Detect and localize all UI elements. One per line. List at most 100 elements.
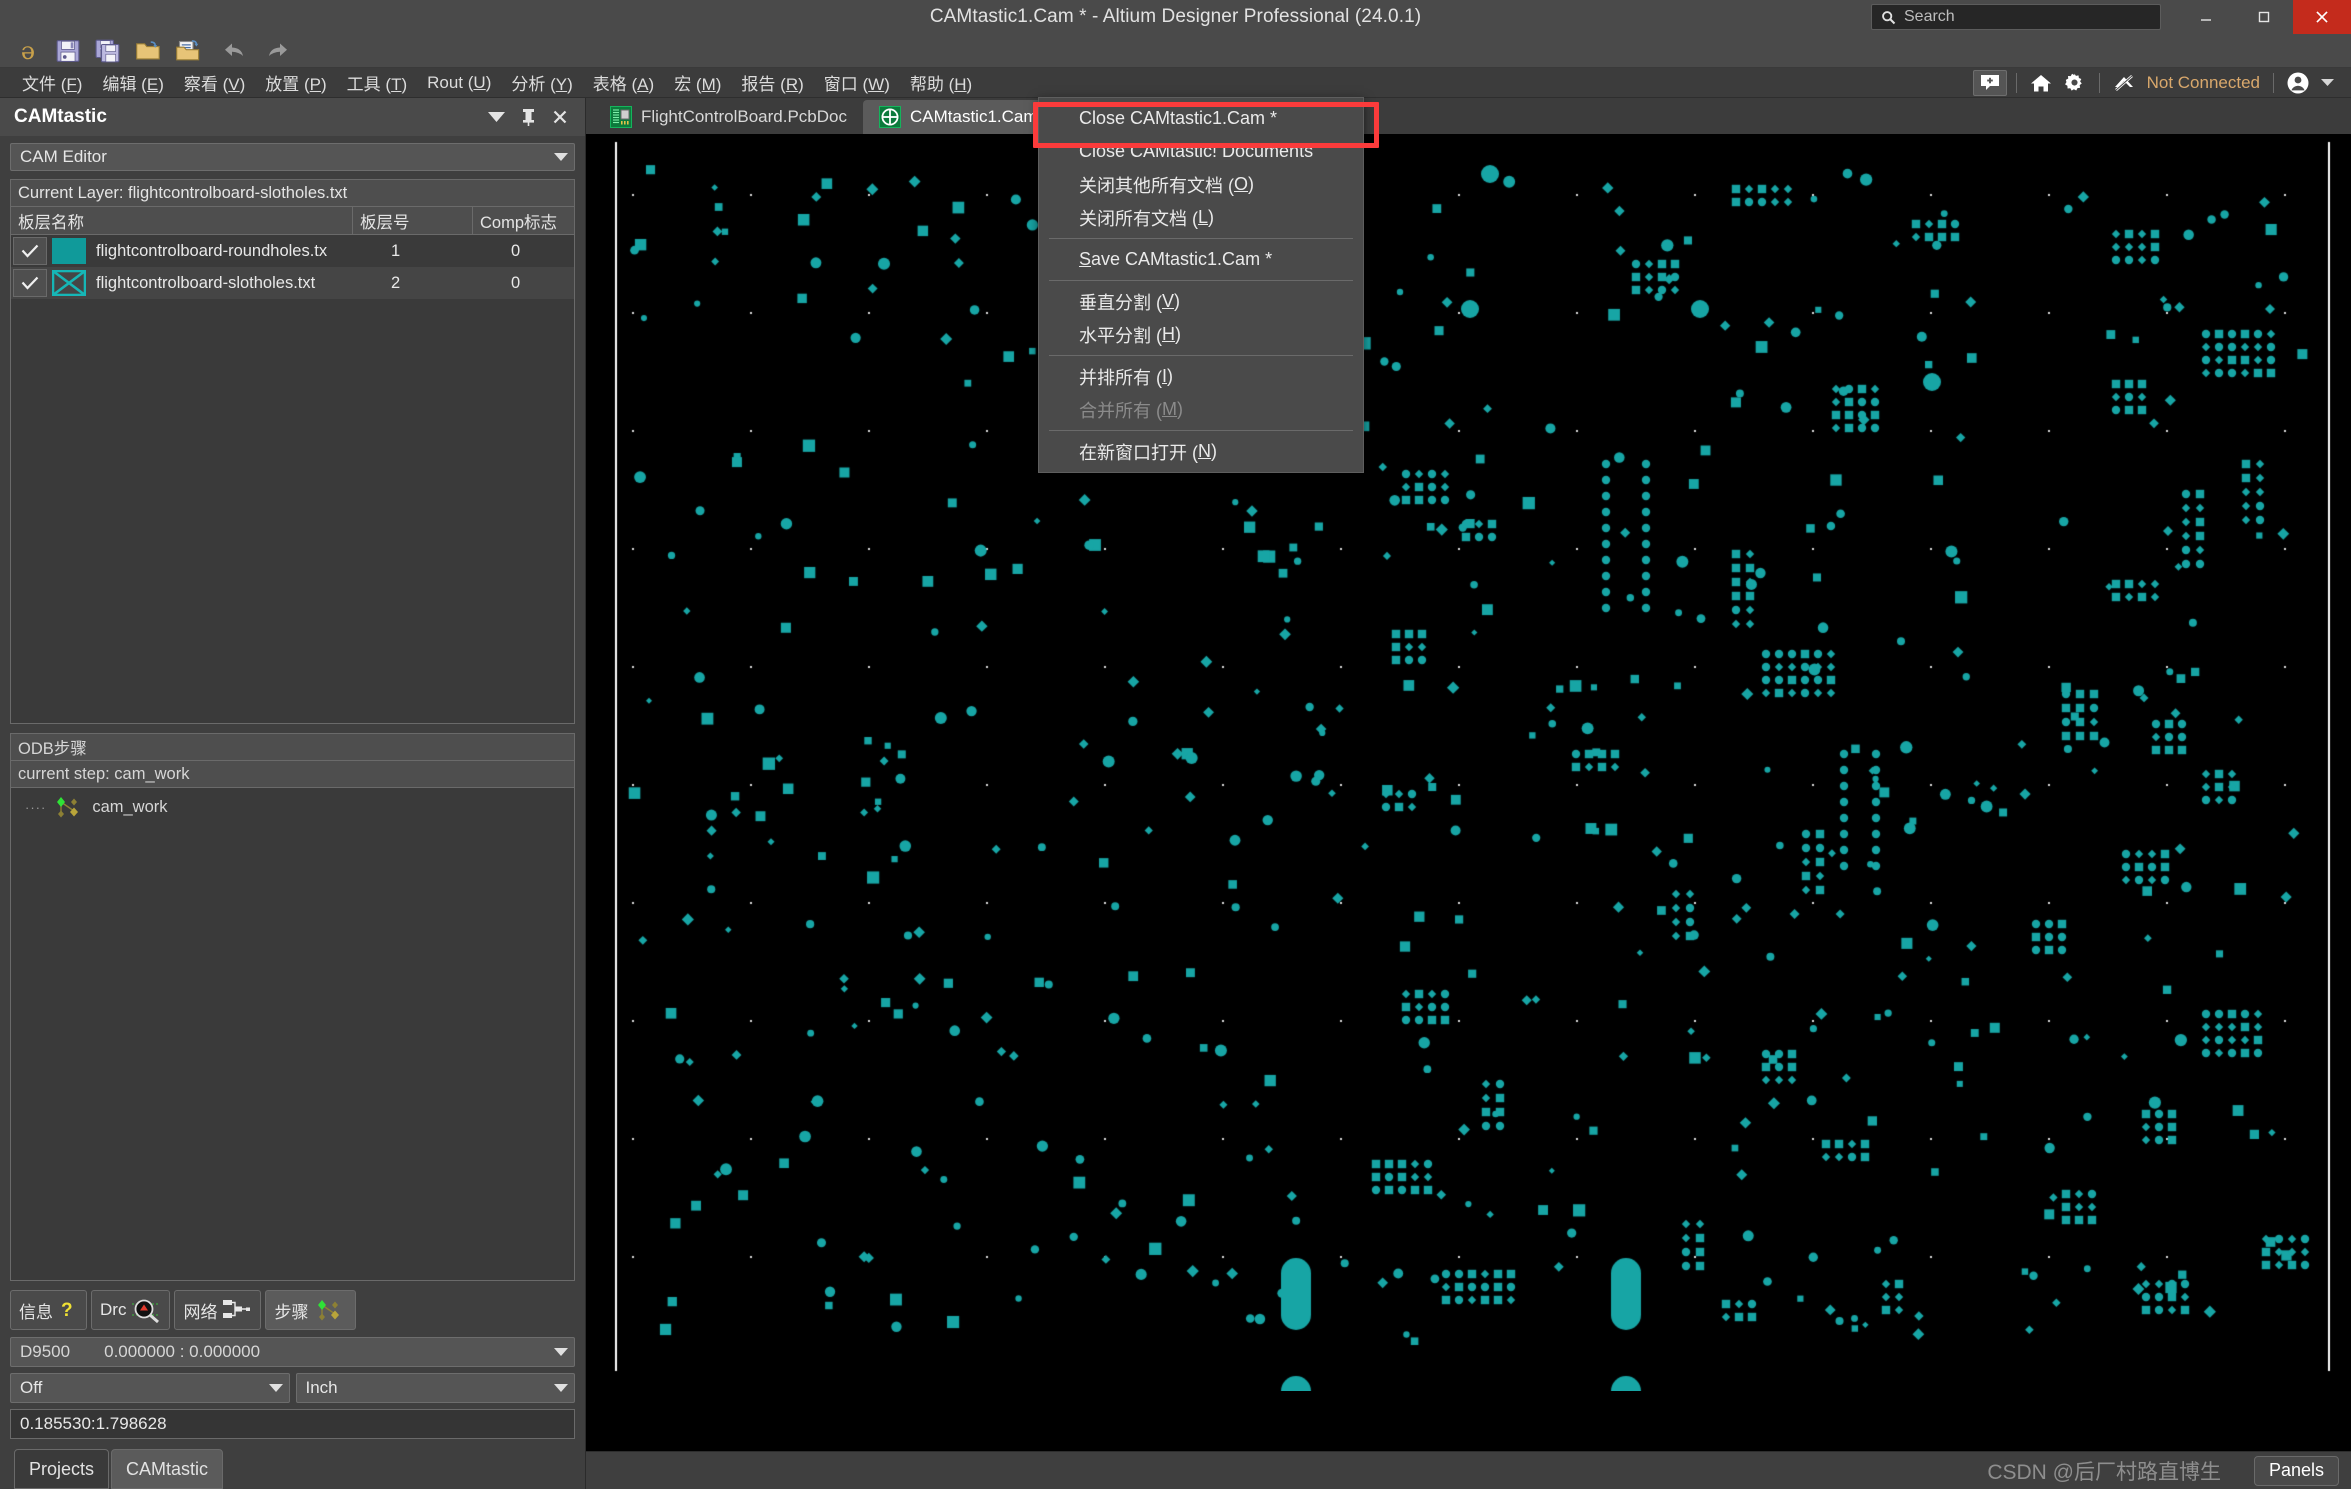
layer-visibility-checkbox[interactable] [13,237,47,265]
layer-comp-flag: 0 [511,273,521,292]
menu-help[interactable]: 帮助 (H) [900,67,982,98]
menu-edit[interactable]: 编辑 (E) [92,67,173,98]
menu-separator [1049,280,1353,281]
menu-separator [1049,238,1353,239]
menu-place[interactable]: 放置 (P) [255,67,336,98]
home-icon [2030,74,2051,91]
home-button[interactable] [2026,70,2056,96]
tab-info-label: 信息 [19,1302,53,1322]
tab-network-label: 网络 [183,1302,218,1322]
menu-split-vertical[interactable]: 垂直分割 (V) [1039,285,1363,318]
odb-tree-item-label[interactable]: cam_work [92,798,167,817]
tab-camtastic1-cam[interactable]: CAMtastic1.Cam * [862,100,1065,134]
minimize-button[interactable] [2177,0,2235,34]
account-dropdown-button[interactable] [2317,70,2337,96]
panels-button[interactable]: Panels [2253,1455,2339,1486]
menu-merge-all: 合并所有 (M) [1079,399,1183,421]
panel-title: CAMtastic [14,106,107,127]
tab-network[interactable]: 网络 [174,1290,262,1330]
close-window-button[interactable] [2293,0,2351,34]
menu-file[interactable]: 文件 (F) [12,67,92,98]
menu-window[interactable]: 窗口 (W) [814,67,900,98]
menu-separator [1049,430,1353,431]
layer-color-swatch[interactable] [51,269,87,297]
layer-color-swatch[interactable] [52,238,86,264]
menu-macro[interactable]: 宏 (M) [664,67,731,98]
tab-drc[interactable]: Drc [91,1290,171,1330]
doc-tab-label: FlightControlBoard.PcbDoc [641,107,847,126]
pcb-drill-view[interactable] [586,134,2351,1391]
menu-close-camtastic-documents[interactable]: Close CAMtastic! Documents [1039,135,1363,168]
header-comp-flag[interactable]: Comp标志 [473,207,574,234]
search-input[interactable]: Search [1871,4,2161,30]
menu-split-horizontal[interactable]: 水平分割 (H) [1039,318,1363,351]
title-bar: CAMtastic1.Cam * - Altium Designer Profe… [0,0,2351,34]
menu-save-document[interactable]: Save CAMtastic1.Cam * [1039,243,1363,276]
menu-close-document[interactable]: Close CAMtastic1.Cam * [1039,102,1363,135]
snap-unit-row: Off Inch [10,1373,575,1403]
undo-icon [225,43,243,56]
tab-info[interactable]: 信息 ? [10,1290,87,1330]
camtastic-panel: CAMtastic CAM Editor Current Layer: flig… [0,98,586,1489]
panel-pin-button[interactable] [519,108,537,126]
odb-current-step: current step: cam_work [11,761,574,788]
chevron-down-icon [2320,79,2334,86]
pin-icon [522,109,534,126]
menu-tools[interactable]: 工具 (T) [337,67,417,98]
cam-canvas[interactable] [586,134,2351,1451]
snap-select[interactable]: Off [10,1373,290,1403]
net-icon [223,1300,251,1318]
header-layer-name[interactable]: 板层名称 [11,207,353,234]
redo-button[interactable] [258,36,294,66]
save-all-button[interactable] [90,36,126,66]
panel-header: CAMtastic [0,98,585,136]
account-button[interactable] [2283,70,2313,96]
tab-camtastic[interactable]: CAMtastic [111,1449,224,1489]
menu-close-other-documents[interactable]: 关闭其他所有文档 (O) [1039,168,1363,201]
minimize-icon [2201,19,2211,21]
tab-projects[interactable]: Projects [14,1449,110,1489]
unit-select[interactable]: Inch [295,1373,575,1403]
menubar-separator-1 [2015,72,2017,93]
menu-tables[interactable]: 表格 (A) [583,67,664,98]
menu-open-in-new-window[interactable]: 在新窗口打开 (N) [1039,435,1363,468]
menu-analysis[interactable]: 分析 (Y) [501,67,582,98]
table-row[interactable]: flightcontrolboard-slotholes.txt 2 0 [11,267,574,299]
altium-logo-icon: ə [20,36,36,65]
undo-button[interactable] [218,36,254,66]
menu-view[interactable]: 察看 (V) [174,67,255,98]
open-document-button[interactable] [170,36,206,66]
menu-rout[interactable]: Rout (U) [417,70,501,96]
tab-flightcontrolboard-pcbdoc[interactable]: FlightControlBoard.PcbDoc [594,100,863,134]
doc-tab-label: CAMtastic1.Cam * [909,107,1049,126]
menu-close-all-documents[interactable]: 关闭所有文档 (L) [1039,201,1363,234]
connection-status-label: Not Connected [2146,72,2260,92]
panel-dropdown-button[interactable] [487,108,505,126]
panel-bottom-tabs: Projects CAMtastic [0,1439,585,1489]
panel-close-button[interactable] [551,108,569,126]
menu-reports[interactable]: 报告 (R) [731,67,813,98]
header-layer-number[interactable]: 板层号 [353,207,473,234]
menu-tile-all[interactable]: 并排所有 (I) [1039,360,1363,393]
csdn-watermark: CSDN @后厂村路直博生 [1987,1460,2221,1484]
tab-steps[interactable]: 步骤 [265,1290,357,1330]
layer-number: 1 [391,241,401,260]
odb-tree: ···· cam_work [11,788,574,820]
dcode-select[interactable]: D9500 0.000000 : 0.000000 [10,1337,575,1367]
table-row[interactable]: flightcontrolboard-roundholes.tx 1 0 [11,235,574,267]
maximize-button[interactable] [2235,0,2293,34]
settings-button[interactable] [2060,70,2090,96]
layer-visibility-checkbox[interactable] [13,269,47,297]
drc-magnifier-icon [132,1299,161,1323]
save-button[interactable] [50,36,86,66]
document-tab-context-menu: Close CAMtastic1.Cam * Close CAMtastic! … [1038,97,1364,473]
checkmark-icon [21,276,39,290]
layer-comp-flag: 0 [511,241,521,260]
connection-status-icon-wrap[interactable] [2109,70,2139,96]
add-comment-button[interactable] [1972,69,2007,96]
open-folder-button[interactable] [130,36,166,66]
current-layer-label: Current Layer: flightcontrolboard-slotho… [11,180,574,207]
cam-editor-value: CAM Editor [20,147,107,166]
panel-tool-tabs: 信息 ? Drc 网络 步骤 [10,1290,575,1330]
cam-editor-select[interactable]: CAM Editor [10,143,575,171]
